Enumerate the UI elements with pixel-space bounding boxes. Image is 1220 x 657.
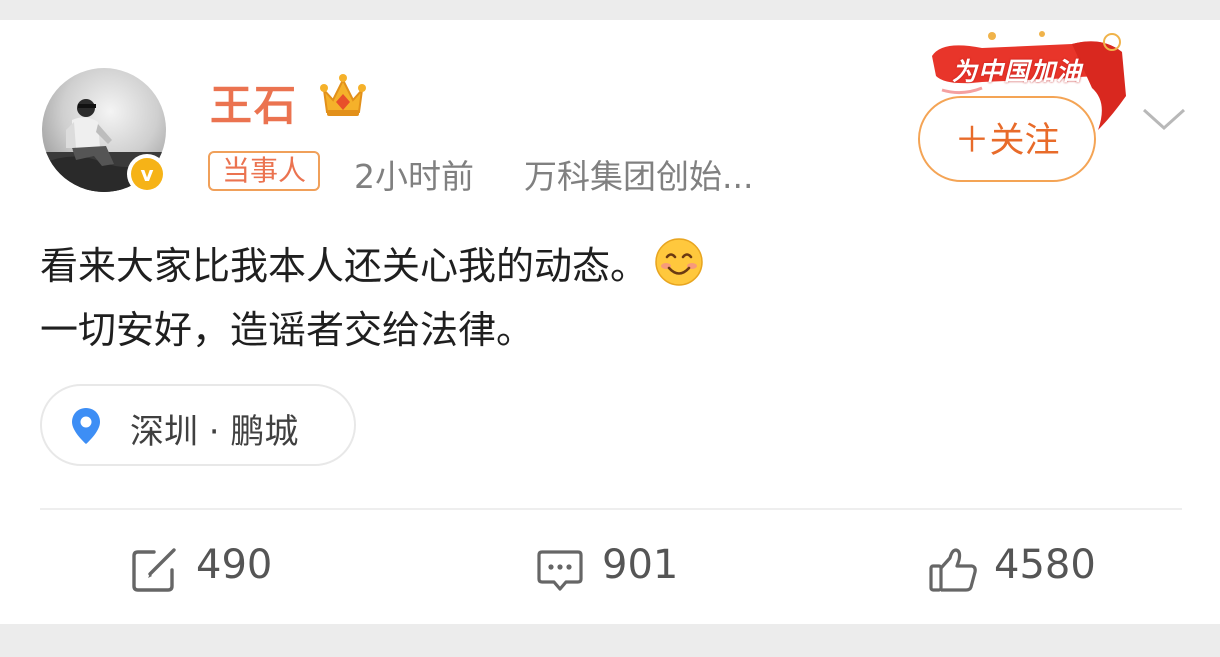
thumbs-up-icon [929, 548, 977, 592]
divider [40, 508, 1182, 510]
location-chip[interactable]: 深圳 · 鹏城 [40, 384, 356, 466]
post-text-1: 看来大家比我本人还关心我的动态。 [40, 244, 649, 288]
post-card: v 王石 当事人 2小时前 万科集团创始... 为中国加油 ＋关注 看来大家比我… [0, 20, 1220, 624]
smiling-face-emoji-icon [655, 238, 703, 286]
status-badge: 当事人 [208, 151, 321, 191]
promo-banner-text: 为中国加油 [952, 57, 1083, 86]
location-pin-icon [72, 408, 100, 444]
repost-icon [132, 548, 176, 592]
crown-icon [320, 74, 366, 116]
location-label: 深圳 · 鹏城 [130, 412, 299, 452]
verified-badge: v [127, 154, 167, 194]
bottom-bar [0, 624, 1220, 657]
post-time: 2小时前 [354, 157, 474, 196]
comment-count: 901 [602, 542, 679, 588]
post-content: 看来大家比我本人还关心我的动态。 一切安好，造谣者交给法律。 [40, 234, 704, 362]
username[interactable]: 王石 [210, 72, 298, 133]
follow-button[interactable]: ＋关注 [918, 96, 1096, 182]
post-content-line-1: 看来大家比我本人还关心我的动态。 [40, 234, 704, 298]
verified-v-icon: v [131, 158, 163, 190]
comment-icon [537, 550, 583, 591]
like-count: 4580 [994, 542, 1096, 588]
post-text-2: 一切安好，造谣者交给法律。 [40, 308, 535, 352]
user-description: 万科集团创始... [524, 157, 754, 196]
chevron-down-icon[interactable] [1140, 104, 1188, 134]
repost-count: 490 [196, 542, 273, 588]
